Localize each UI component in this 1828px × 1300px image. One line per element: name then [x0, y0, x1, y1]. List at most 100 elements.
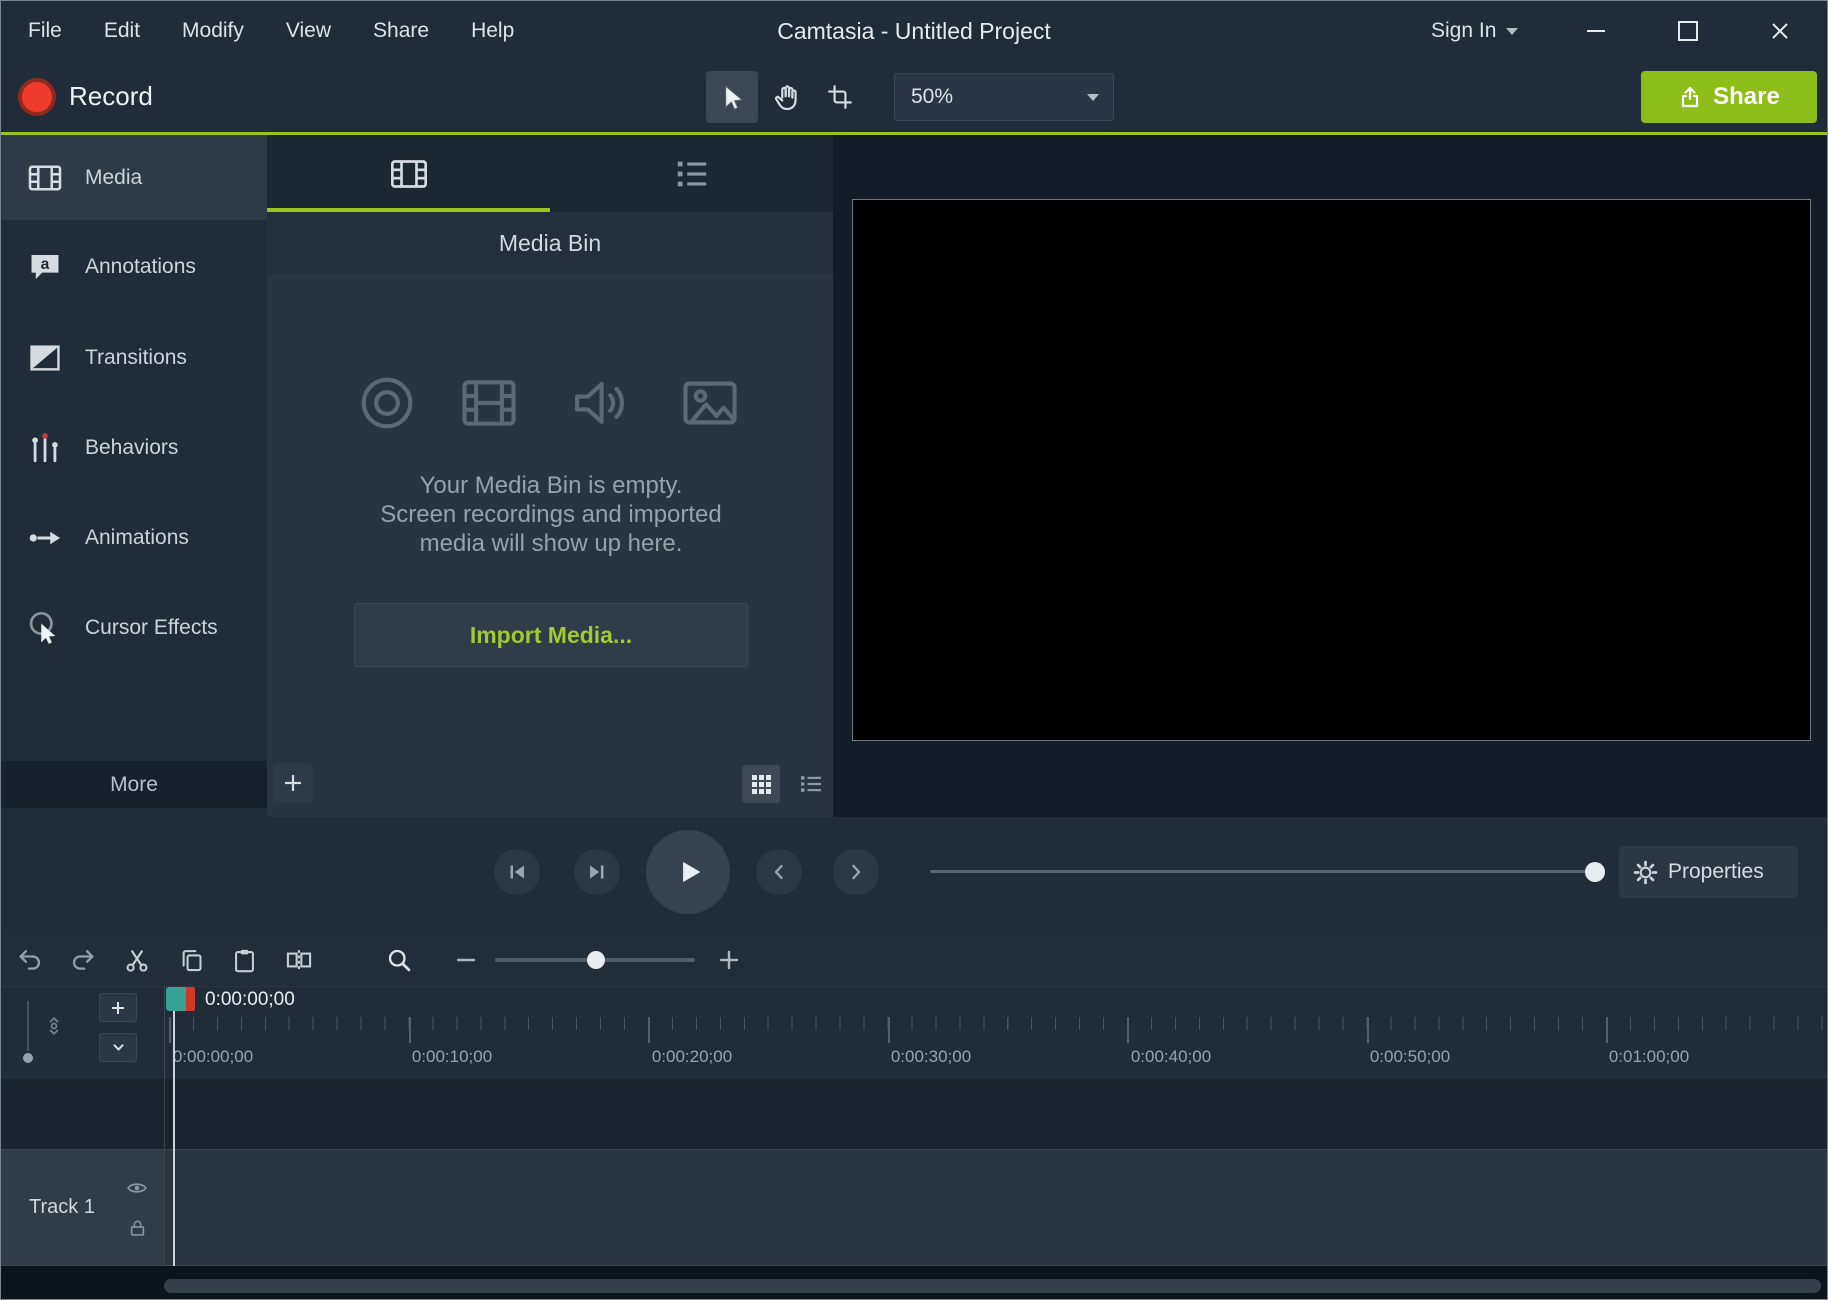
sidebar-item-transitions[interactable]: Transitions — [1, 318, 267, 398]
sign-in-label: Sign In — [1431, 19, 1496, 43]
add-media-button[interactable] — [273, 763, 313, 803]
sidebar-more-button[interactable]: More — [1, 761, 267, 808]
grid-view-button[interactable] — [742, 765, 780, 803]
sidebar-item-annotations[interactable]: a Annotations — [1, 227, 267, 307]
transitions-icon — [25, 341, 65, 375]
copy-button[interactable] — [176, 945, 206, 975]
cursor-effects-icon — [25, 610, 65, 646]
paste-icon — [231, 947, 258, 974]
plus-icon — [282, 772, 304, 794]
copy-icon — [178, 947, 205, 974]
paste-button[interactable] — [229, 945, 259, 975]
pointer-icon — [719, 84, 746, 111]
sidebar-item-behaviors[interactable]: Behaviors — [1, 408, 267, 488]
menu-view[interactable]: View — [265, 1, 352, 61]
close-button[interactable] — [1752, 1, 1808, 61]
scrubber-handle[interactable] — [1585, 862, 1605, 882]
timeline-scrollbar-thumb[interactable] — [164, 1279, 1821, 1293]
ruler-label: 0:00:20;00 — [652, 1047, 732, 1067]
grid-view-icon — [752, 775, 771, 794]
previous-button[interactable] — [756, 849, 802, 895]
minus-icon — [454, 948, 478, 972]
ruler-major-tick — [1127, 1017, 1129, 1043]
share-icon — [1678, 85, 1702, 109]
menu-help[interactable]: Help — [450, 1, 535, 61]
properties-button[interactable]: Properties — [1619, 846, 1798, 898]
timeline-empty-area[interactable] — [1, 1079, 1828, 1149]
minimize-icon — [1587, 30, 1605, 32]
canvas-zoom-dropdown[interactable]: 50% — [894, 73, 1114, 121]
share-button[interactable]: Share — [1641, 71, 1817, 123]
timeline-zoom-handle[interactable] — [587, 951, 605, 969]
collapse-tracks-button[interactable] — [99, 1033, 137, 1062]
scrubber-track[interactable] — [930, 870, 1601, 873]
record-media-icon — [356, 372, 418, 434]
plus-icon — [110, 1000, 126, 1016]
track-header[interactable]: Track 1 — [1, 1149, 164, 1266]
behaviors-icon — [25, 431, 65, 465]
ruler-major-tick — [1367, 1017, 1369, 1043]
menu-edit[interactable]: Edit — [83, 1, 161, 61]
next-frame-button[interactable] — [574, 849, 620, 895]
ruler-label: 0:01:00;00 — [1609, 1047, 1689, 1067]
ruler-major-tick — [648, 1017, 650, 1043]
canvas-zoom-value: 50% — [895, 85, 1087, 109]
playhead-handle[interactable] — [166, 987, 186, 1011]
pointer-tool-button[interactable] — [706, 71, 758, 123]
maximize-button[interactable] — [1660, 1, 1716, 61]
properties-label: Properties — [1668, 860, 1764, 884]
track-height-slider-track[interactable] — [27, 1001, 29, 1051]
redo-button[interactable] — [68, 945, 98, 975]
media-bin-tab[interactable] — [267, 135, 550, 212]
menu-modify[interactable]: Modify — [161, 1, 265, 61]
library-tab-icon — [673, 155, 711, 193]
pan-tool-button[interactable] — [760, 71, 812, 123]
ruler-major-tick — [888, 1017, 890, 1043]
plus-icon — [717, 948, 741, 972]
track-lock-button[interactable] — [130, 1219, 145, 1237]
list-view-button[interactable] — [792, 765, 830, 803]
playhead-line[interactable] — [173, 1011, 175, 1266]
zoom-in-button[interactable] — [714, 945, 744, 975]
track-visibility-button[interactable] — [127, 1181, 147, 1195]
sidebar-item-label: Cursor Effects — [85, 616, 218, 640]
sidebar-item-label: Animations — [85, 526, 189, 550]
menu-share[interactable]: Share — [352, 1, 450, 61]
track-height-slider-handle[interactable] — [23, 1053, 33, 1063]
timeline-zoom-icon — [384, 945, 414, 975]
animations-icon — [25, 520, 65, 556]
crop-tool-button[interactable] — [814, 71, 866, 123]
close-icon — [1770, 21, 1790, 41]
undo-button[interactable] — [15, 945, 45, 975]
sidebar-item-label: Media — [85, 166, 142, 190]
ruler-label: 0:00:30;00 — [891, 1047, 971, 1067]
prev-frame-button[interactable] — [494, 849, 540, 895]
sidebar-item-cursor-effects[interactable]: Cursor Effects — [1, 588, 267, 668]
sidebar-item-label: Transitions — [85, 346, 187, 370]
add-track-button[interactable] — [99, 993, 137, 1022]
sidebar-item-label: Behaviors — [85, 436, 178, 460]
next-button[interactable] — [833, 849, 879, 895]
menu-file[interactable]: File — [7, 1, 83, 61]
zoom-out-button[interactable] — [451, 945, 481, 975]
track-lane[interactable] — [164, 1149, 1828, 1266]
empty-line-1: Your Media Bin is empty. — [295, 471, 807, 500]
sign-in-button[interactable]: Sign In — [1419, 1, 1530, 61]
minimize-button[interactable] — [1568, 1, 1624, 61]
cut-button[interactable] — [122, 945, 152, 975]
ruler-major-tick — [169, 1017, 171, 1043]
import-media-button[interactable]: Import Media... — [354, 603, 748, 667]
record-button[interactable]: Record — [18, 61, 153, 132]
chevron-right-icon — [844, 860, 868, 884]
record-label: Record — [69, 81, 153, 112]
annotations-icon: a — [25, 250, 65, 284]
sidebar-item-animations[interactable]: Animations — [1, 498, 267, 578]
playhead-out-handle[interactable] — [186, 987, 195, 1011]
timeline-toolbar — [1, 934, 1828, 986]
split-button[interactable] — [284, 945, 314, 975]
library-tab[interactable] — [550, 135, 833, 212]
preview-canvas[interactable] — [852, 199, 1811, 741]
sidebar-item-media[interactable]: Media — [1, 135, 267, 220]
ruler-major-tick — [409, 1017, 411, 1043]
play-button[interactable] — [646, 830, 730, 914]
